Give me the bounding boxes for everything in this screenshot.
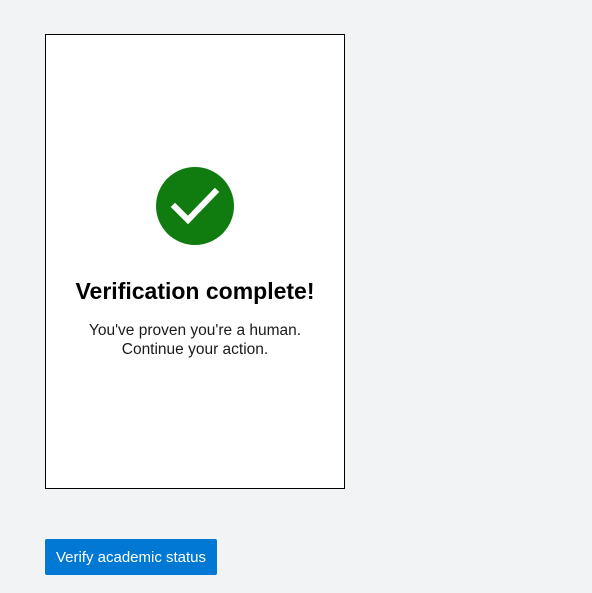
verification-card: Verification complete! You've proven you… [45,34,345,489]
verify-academic-status-button[interactable]: Verify academic status [45,539,217,575]
success-badge [156,167,234,245]
verification-message-line-1: You've proven you're a human. [88,322,302,339]
verification-message: You've proven you're a human. Continue y… [46,321,344,359]
checkmark-icon [170,187,220,225]
page: Verification complete! You've proven you… [0,0,592,593]
verification-title: Verification complete! [75,278,315,304]
verification-message-line-2: Continue your action. [121,341,269,358]
